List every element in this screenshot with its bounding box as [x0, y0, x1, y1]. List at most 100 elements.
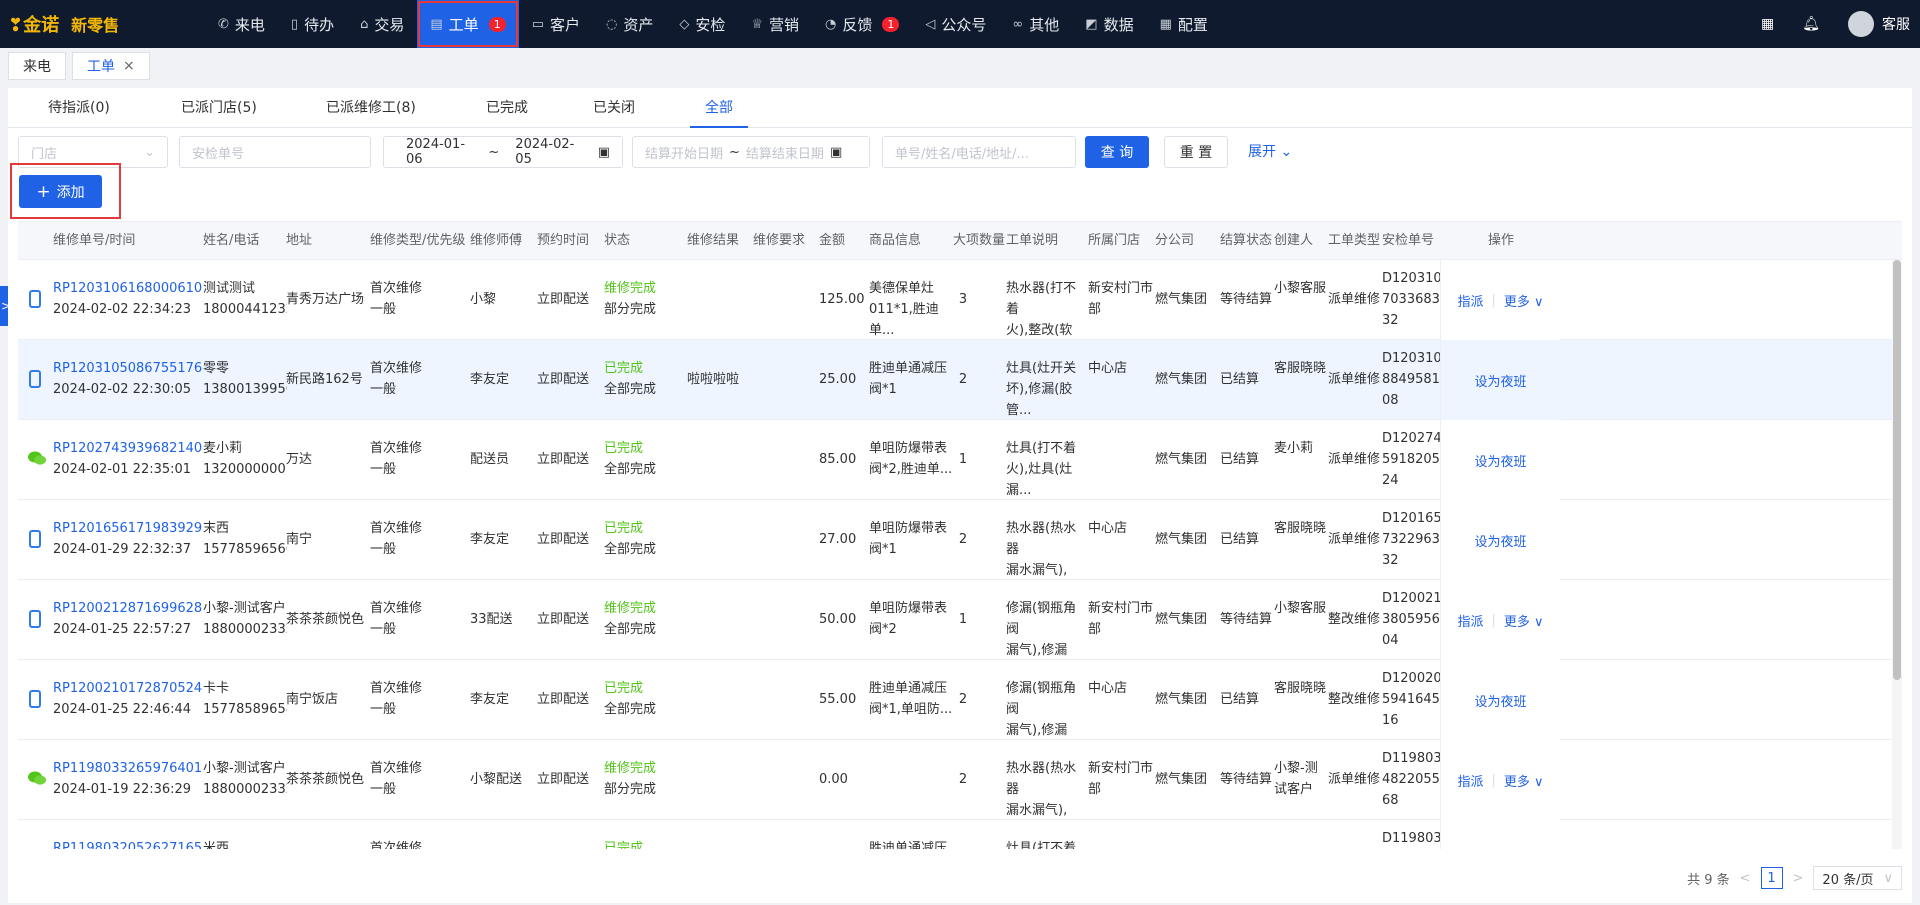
- order-no-line1[interactable]: RP1203105086755176448: [53, 358, 203, 379]
- nav-item-12[interactable]: ▦ 配置: [1147, 0, 1221, 48]
- creator-line1: 小黎客服: [1274, 281, 1327, 296]
- clipboard-icon: ▤: [430, 16, 443, 32]
- customer: 麦小莉 13200000001: [203, 438, 287, 480]
- table-row[interactable]: RP1200212871699628032 2024-01-25 22:57:27…: [18, 580, 1902, 679]
- table-row[interactable]: RP1203105086755176448 2024-02-02 22:30:05…: [18, 340, 1902, 420]
- goods-info-line2: 阀*2,胜迪单...: [869, 462, 953, 477]
- settle-date-range-picker[interactable]: 结算开始日期 ~ 结算结束日期 ▣: [632, 136, 870, 168]
- status: 维修完成 全部完成: [604, 598, 686, 640]
- keyword-search-input[interactable]: 单号/姓名/电话/地址/...: [882, 136, 1076, 168]
- prev-page-button[interactable]: <: [1740, 871, 1751, 886]
- order-no: RP1202743939682140160 2024-02-01 22:35:01: [53, 438, 203, 480]
- inspection-no: D12002082 594164572 16: [1382, 668, 1442, 731]
- page-number-1[interactable]: 1: [1760, 867, 1783, 889]
- bell-icon[interactable]: 🔔︎: [1802, 16, 1820, 32]
- creator: 小黎-测 试客户: [1274, 758, 1328, 800]
- table-row[interactable]: RP1200210172870524928 2024-01-25 22:46:44…: [18, 660, 1902, 759]
- row-action-more[interactable]: 更多 ∨: [1504, 291, 1544, 310]
- nav-item-8[interactable]: ◔ 反馈 1: [812, 0, 912, 48]
- tab-assigned-worker[interactable]: 已派维修工(8): [326, 88, 416, 128]
- branch-company: 燃气集团: [1155, 772, 1208, 787]
- nav-item-6[interactable]: ◇ 安检: [666, 0, 738, 48]
- vertical-scrollbar[interactable]: [1892, 260, 1902, 849]
- nav-item-0[interactable]: ✆ 来电: [205, 0, 278, 48]
- nav-item-5[interactable]: ◌ 资产: [593, 0, 666, 48]
- page-tag-workorder[interactable]: 工单 ×: [72, 52, 150, 80]
- tab-assigned-store[interactable]: 已派门店(5): [181, 88, 257, 128]
- tab-all[interactable]: 全部: [690, 88, 748, 128]
- address: 茶茶茶颜悦色: [286, 612, 365, 627]
- amount: 0.00: [819, 772, 848, 787]
- date-range-picker[interactable]: 2024-01-06 ~ 2024-02-05 ▣: [383, 136, 623, 168]
- nav-item-11[interactable]: ◩ 数据: [1072, 0, 1146, 48]
- action-divider: |: [1491, 612, 1496, 628]
- table-row[interactable]: RP1201656171983929344 2024-01-29 22:32:37…: [18, 500, 1902, 599]
- close-icon[interactable]: ×: [123, 58, 135, 74]
- reset-button[interactable]: 重 置: [1164, 136, 1228, 168]
- inspection-no-input[interactable]: 安检单号: [179, 136, 371, 168]
- order-no-line1[interactable]: RP1198032052627165184: [53, 838, 203, 849]
- chevron-down-icon: ∨: [1883, 870, 1893, 886]
- table-row[interactable]: RP1198033265976401920 2024-01-19 22:36:29…: [18, 740, 1902, 839]
- search-button[interactable]: 查 询: [1085, 136, 1149, 168]
- order-type: 派单维修: [1328, 372, 1381, 387]
- tab-pending-assign[interactable]: 待指派(0): [48, 88, 110, 128]
- row-action-more[interactable]: 更多 ∨: [1504, 611, 1544, 630]
- repair-type-line2: 一般: [370, 302, 397, 317]
- goods-info: 胜迪单通减压 阀*1,单咀防...: [869, 678, 953, 720]
- row-action-more[interactable]: 更多 ∨: [1504, 771, 1544, 790]
- row-action-primary[interactable]: 指派: [1457, 291, 1483, 310]
- expand-filters-link[interactable]: 展开 ⌄: [1248, 136, 1292, 168]
- worker: 33配送: [470, 612, 513, 627]
- table-row[interactable]: RP1198032052627165184米西上林县中学 大首次维修已完成胜迪单…: [18, 820, 1902, 849]
- order-no-line1[interactable]: RP1200210172870524928: [53, 678, 203, 699]
- row-actions: 指派 | 更多 ∨: [1440, 740, 1560, 820]
- page-tag-phone[interactable]: 来电: [8, 52, 66, 80]
- order-no: RP1198032052627165184: [53, 838, 203, 849]
- row-action-primary[interactable]: 指派: [1457, 771, 1483, 790]
- status-line2: 部分完成: [604, 302, 657, 317]
- nav-item-2[interactable]: ⌂ 交易: [347, 0, 417, 48]
- filter-bar: 门店 ⌄ 安检单号 2024-01-06 ~ 2024-02-05 ▣ 结算开始…: [8, 136, 1912, 170]
- row-actions: 设为夜班: [1440, 340, 1560, 420]
- inspection-no: D12027440 591820554 24: [1382, 428, 1442, 491]
- table-row[interactable]: RP1203106168000610304 2024-02-02 22:34:23…: [18, 260, 1902, 359]
- row-action-primary[interactable]: 指派: [1457, 611, 1483, 630]
- nav-item-10[interactable]: ∞ 其他: [999, 0, 1072, 48]
- order-no-line1[interactable]: RP1202743939682140160: [53, 438, 203, 459]
- order-no-line1[interactable]: RP1200212871699628032: [53, 598, 203, 619]
- order-no-line1[interactable]: RP1201656171983929344: [53, 518, 203, 539]
- nav-item-1[interactable]: ▯ 待办: [278, 0, 347, 48]
- page-size-select[interactable]: 20 条/页 ∨: [1813, 866, 1902, 890]
- row-action-primary[interactable]: 设为夜班: [1474, 691, 1526, 710]
- scrollbar-thumb[interactable]: [1893, 260, 1901, 680]
- qrcode-icon[interactable]: ▦: [1761, 16, 1774, 32]
- tab-closed[interactable]: 已关闭: [593, 88, 635, 128]
- add-button[interactable]: + 添加: [19, 175, 102, 208]
- nav-item-3[interactable]: ▤ 工单 1: [417, 0, 519, 48]
- inspection-no: D12002111 380595671 04: [1382, 588, 1442, 651]
- row-action-primary[interactable]: 设为夜班: [1474, 371, 1526, 390]
- table-row[interactable]: RP1202743939682140160 2024-02-01 22:35:01…: [18, 420, 1902, 500]
- next-page-button[interactable]: >: [1793, 871, 1804, 886]
- appointment: 立即配送: [537, 772, 590, 787]
- inspection-no-line2: 482205511: [1382, 772, 1442, 787]
- brand-logo[interactable]: ❣金诺 新零售: [0, 11, 205, 37]
- branch-company: 燃气集团: [1155, 692, 1208, 707]
- tab-completed[interactable]: 已完成: [486, 88, 528, 128]
- row-action-primary[interactable]: 设为夜班: [1474, 531, 1526, 550]
- nav-item-4[interactable]: ▭ 客户: [519, 0, 593, 48]
- row-action-primary[interactable]: 设为夜班: [1474, 451, 1526, 470]
- add-button-label: 添加: [56, 184, 85, 201]
- nav-item-9[interactable]: ◁ 公众号: [912, 0, 999, 48]
- status-line1: 已完成: [604, 681, 644, 696]
- settle-status: 等待结算: [1220, 772, 1273, 787]
- customer-line1: 卡卡: [203, 681, 230, 696]
- column-header: 工单类型: [1328, 233, 1381, 248]
- keyword-placeholder: 单号/姓名/电话/地址/...: [895, 146, 1029, 162]
- user-menu[interactable]: 客服: [1848, 11, 1910, 37]
- order-no-line1[interactable]: RP1198033265976401920: [53, 758, 203, 779]
- nav-item-7[interactable]: ♕ 营销: [738, 0, 812, 48]
- order-no-line1[interactable]: RP1203106168000610304: [53, 278, 203, 299]
- row-actions: 指派 | 更多 ∨: [1440, 260, 1560, 340]
